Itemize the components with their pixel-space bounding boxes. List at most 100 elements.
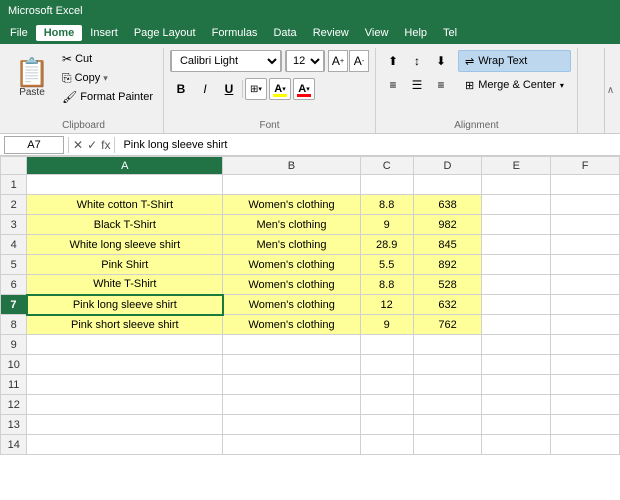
cell-a10[interactable]: [27, 355, 223, 375]
cell-a6[interactable]: White T-Shirt: [27, 275, 223, 295]
copy-dropdown-arrow[interactable]: ▾: [103, 73, 108, 84]
cell-f13[interactable]: [551, 415, 620, 435]
cell-f4[interactable]: [551, 235, 620, 255]
menu-tel[interactable]: Tel: [435, 25, 465, 41]
cell-c14[interactable]: [360, 435, 413, 455]
cell-b9[interactable]: [223, 335, 361, 355]
increase-font-button[interactable]: A+: [328, 50, 348, 72]
cell-d5[interactable]: 892: [413, 255, 482, 275]
paste-button[interactable]: 📋 Paste: [10, 50, 54, 106]
cell-a2[interactable]: White cotton T-Shirt: [27, 195, 223, 215]
cell-c7[interactable]: 12: [360, 295, 413, 315]
cell-a14[interactable]: [27, 435, 223, 455]
font-size-select[interactable]: 12: [286, 50, 324, 72]
cell-f9[interactable]: [551, 335, 620, 355]
cell-e3[interactable]: [482, 215, 551, 235]
cell-a8[interactable]: Pink short sleeve shirt: [27, 315, 223, 335]
col-header-f[interactable]: F: [551, 157, 620, 175]
cell-b11[interactable]: [223, 375, 361, 395]
cell-b13[interactable]: [223, 415, 361, 435]
font-color-dropdown[interactable]: ▾: [306, 85, 310, 93]
cell-f5[interactable]: [551, 255, 620, 275]
cell-c6[interactable]: 8.8: [360, 275, 413, 295]
cell-c2[interactable]: 8.8: [360, 195, 413, 215]
cell-d13[interactable]: [413, 415, 482, 435]
cell-a12[interactable]: [27, 395, 223, 415]
borders-dropdown[interactable]: ▾: [258, 85, 262, 93]
cell-c10[interactable]: [360, 355, 413, 375]
merge-center-button[interactable]: ⊞ Merge & Center ▾: [458, 74, 571, 96]
cell-e13[interactable]: [482, 415, 551, 435]
align-middle-button[interactable]: ↕: [406, 50, 428, 72]
cell-d14[interactable]: [413, 435, 482, 455]
wrap-text-button[interactable]: ⇌ Wrap Text: [458, 50, 571, 72]
cell-f10[interactable]: [551, 355, 620, 375]
cell-d4[interactable]: 845: [413, 235, 482, 255]
cell-b1[interactable]: [223, 175, 361, 195]
cell-a13[interactable]: [27, 415, 223, 435]
cell-f2[interactable]: [551, 195, 620, 215]
menu-page-layout[interactable]: Page Layout: [126, 25, 204, 41]
cell-c12[interactable]: [360, 395, 413, 415]
cell-e1[interactable]: [482, 175, 551, 195]
cell-c11[interactable]: [360, 375, 413, 395]
ribbon-collapse-button[interactable]: ∧: [604, 48, 616, 133]
formula-cancel-icon[interactable]: ✕: [73, 138, 83, 152]
cell-a7[interactable]: Pink long sleeve shirt: [27, 295, 223, 315]
cell-a9[interactable]: [27, 335, 223, 355]
align-top-button[interactable]: ⬆: [382, 50, 404, 72]
highlight-color-button[interactable]: A ▾: [269, 78, 291, 100]
cell-f1[interactable]: [551, 175, 620, 195]
underline-button[interactable]: U: [218, 78, 240, 100]
cell-f14[interactable]: [551, 435, 620, 455]
cell-f7[interactable]: [551, 295, 620, 315]
cell-c3[interactable]: 9: [360, 215, 413, 235]
cell-d6[interactable]: 528: [413, 275, 482, 295]
cell-d10[interactable]: [413, 355, 482, 375]
cell-a3[interactable]: Black T-Shirt: [27, 215, 223, 235]
cell-f6[interactable]: [551, 275, 620, 295]
menu-review[interactable]: Review: [305, 25, 357, 41]
cell-f12[interactable]: [551, 395, 620, 415]
cell-e9[interactable]: [482, 335, 551, 355]
formula-input[interactable]: [119, 136, 616, 154]
cell-c8[interactable]: 9: [360, 315, 413, 335]
menu-help[interactable]: Help: [396, 25, 435, 41]
cell-e10[interactable]: [482, 355, 551, 375]
align-bottom-button[interactable]: ⬇: [430, 50, 452, 72]
align-center-button[interactable]: ☰: [406, 74, 428, 96]
cell-d9[interactable]: [413, 335, 482, 355]
cell-c9[interactable]: [360, 335, 413, 355]
cell-e4[interactable]: [482, 235, 551, 255]
cell-f8[interactable]: [551, 315, 620, 335]
col-header-b[interactable]: B: [223, 157, 361, 175]
merge-dropdown[interactable]: ▾: [560, 81, 564, 90]
cell-c4[interactable]: 28.9: [360, 235, 413, 255]
cell-b6[interactable]: Women's clothing: [223, 275, 361, 295]
align-right-button[interactable]: ≡: [430, 74, 452, 96]
formula-insert-function-icon[interactable]: fx: [101, 138, 110, 152]
col-header-a[interactable]: A: [27, 157, 223, 175]
cell-f3[interactable]: [551, 215, 620, 235]
col-header-e[interactable]: E: [482, 157, 551, 175]
cell-d11[interactable]: [413, 375, 482, 395]
bold-button[interactable]: B: [170, 78, 192, 100]
borders-button[interactable]: ⊞ ▾: [245, 78, 267, 100]
cell-a11[interactable]: [27, 375, 223, 395]
cell-c5[interactable]: 5.5: [360, 255, 413, 275]
cell-b3[interactable]: Men's clothing: [223, 215, 361, 235]
cell-d1[interactable]: [413, 175, 482, 195]
cell-b12[interactable]: [223, 395, 361, 415]
cell-d8[interactable]: 762: [413, 315, 482, 335]
cell-d2[interactable]: 638: [413, 195, 482, 215]
cell-e5[interactable]: [482, 255, 551, 275]
highlight-dropdown[interactable]: ▾: [282, 85, 286, 93]
cell-reference-box[interactable]: [4, 136, 64, 154]
cell-a5[interactable]: Pink Shirt: [27, 255, 223, 275]
cell-e11[interactable]: [482, 375, 551, 395]
menu-home[interactable]: Home: [36, 25, 83, 41]
cell-c13[interactable]: [360, 415, 413, 435]
format-painter-button[interactable]: 🖌 Format Painter: [58, 88, 157, 106]
decrease-font-button[interactable]: A-: [349, 50, 369, 72]
cell-b2[interactable]: Women's clothing: [223, 195, 361, 215]
